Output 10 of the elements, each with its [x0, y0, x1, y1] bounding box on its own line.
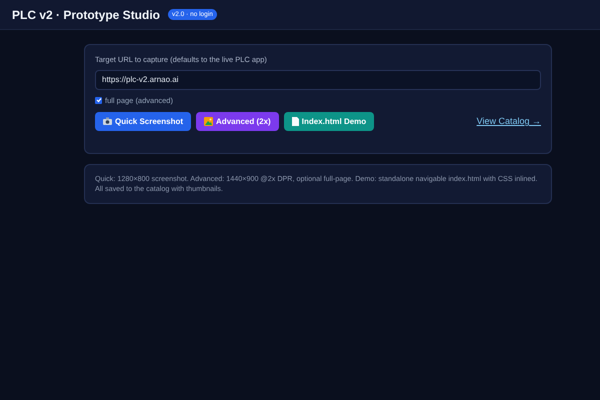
document-icon	[292, 116, 299, 126]
capture-button[interactable]: Advanced (2x)	[196, 112, 279, 130]
picture-icon	[204, 116, 214, 126]
app-title: PLC v2 · Prototype Studio	[12, 8, 160, 22]
url-input[interactable]: https://plc-v2.arnao.ai	[95, 70, 541, 90]
capture-button[interactable]: Quick Screenshot	[95, 112, 192, 130]
view-catalog-link[interactable]: View Catalog →	[476, 116, 541, 126]
capture-button[interactable]: Index.html Demo	[284, 112, 374, 130]
full-page-checkbox[interactable]	[95, 96, 102, 104]
camera-icon	[103, 117, 112, 125]
